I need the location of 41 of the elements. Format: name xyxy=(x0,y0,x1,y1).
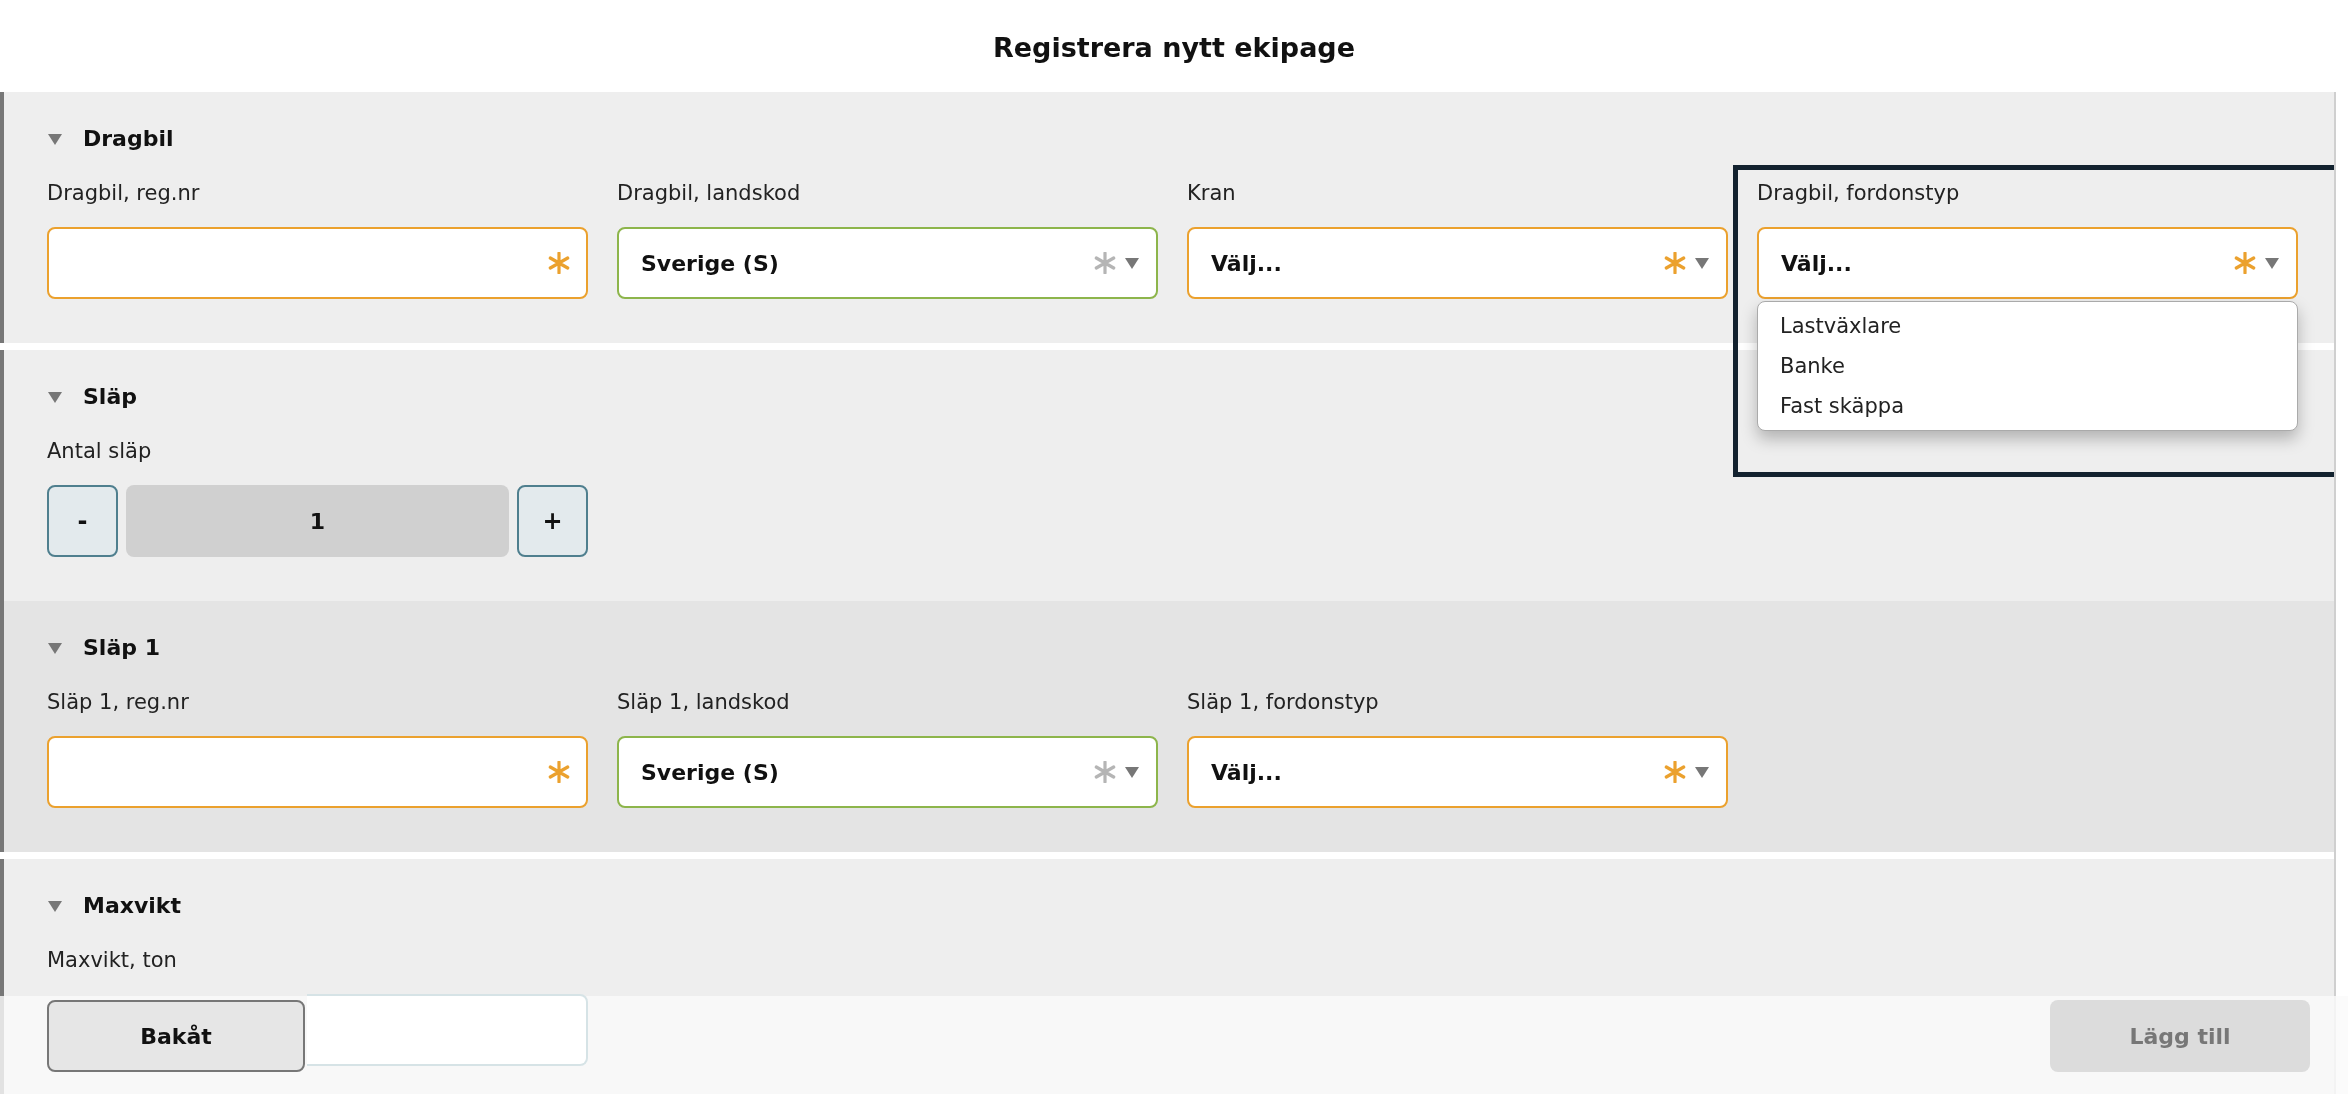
asterisk-icon xyxy=(1094,252,1116,274)
text-field[interactable] xyxy=(47,227,588,299)
asterisk-icon xyxy=(1664,252,1686,274)
field-label: Släp 1, fordonstyp xyxy=(1187,690,1379,714)
asterisk-icon xyxy=(2234,252,2256,274)
asterisk-icon xyxy=(1664,761,1686,783)
dropdown[interactable]: Välj... xyxy=(1187,736,1728,808)
dropdown-option[interactable]: Banke xyxy=(1758,346,2297,386)
section-title: Maxvikt xyxy=(83,893,181,918)
field-label: Släp 1, landskod xyxy=(617,690,790,714)
dropdown-option[interactable]: Lastväxlare xyxy=(1758,306,2297,346)
field-label: Maxvikt, ton xyxy=(47,948,177,972)
field-label: Dragbil, reg.nr xyxy=(47,181,200,205)
decrement-button[interactable]: - xyxy=(47,485,118,557)
caret-icon xyxy=(1124,764,1140,780)
caret-icon xyxy=(1694,255,1710,271)
caret-icon xyxy=(2264,255,2280,271)
section-title: Släp 1 xyxy=(83,635,160,660)
input-field[interactable] xyxy=(307,994,588,1066)
field-label: Antal släp xyxy=(47,439,152,463)
footer-button[interactable]: Bakåt xyxy=(47,1000,305,1072)
count-display: 1 xyxy=(126,485,509,557)
caret-icon xyxy=(1124,255,1140,271)
field-label: Kran xyxy=(1187,181,1236,205)
dropdown[interactable]: Sverige (S) xyxy=(617,227,1158,299)
asterisk-icon xyxy=(548,252,570,274)
dropdown[interactable]: Välj... xyxy=(1187,227,1728,299)
asterisk-icon xyxy=(1094,761,1116,783)
field-label: Släp 1, reg.nr xyxy=(47,690,189,714)
asterisk-icon xyxy=(548,761,570,783)
section-title: Dragbil xyxy=(83,126,174,151)
increment-button[interactable]: + xyxy=(517,485,588,557)
dropdown-option[interactable]: Fast skäppa xyxy=(1758,386,2297,426)
field-label: Dragbil, landskod xyxy=(617,181,801,205)
dialog-title: Registrera nytt ekipage xyxy=(993,32,1355,63)
field-label: Dragbil, fordonstyp xyxy=(1757,181,1960,205)
caret-icon xyxy=(1694,764,1710,780)
section-title: Släp xyxy=(83,384,137,409)
dropdown[interactable]: Sverige (S) xyxy=(617,736,1158,808)
text-field[interactable] xyxy=(47,736,588,808)
dropdown[interactable]: Välj... xyxy=(1757,227,2298,299)
